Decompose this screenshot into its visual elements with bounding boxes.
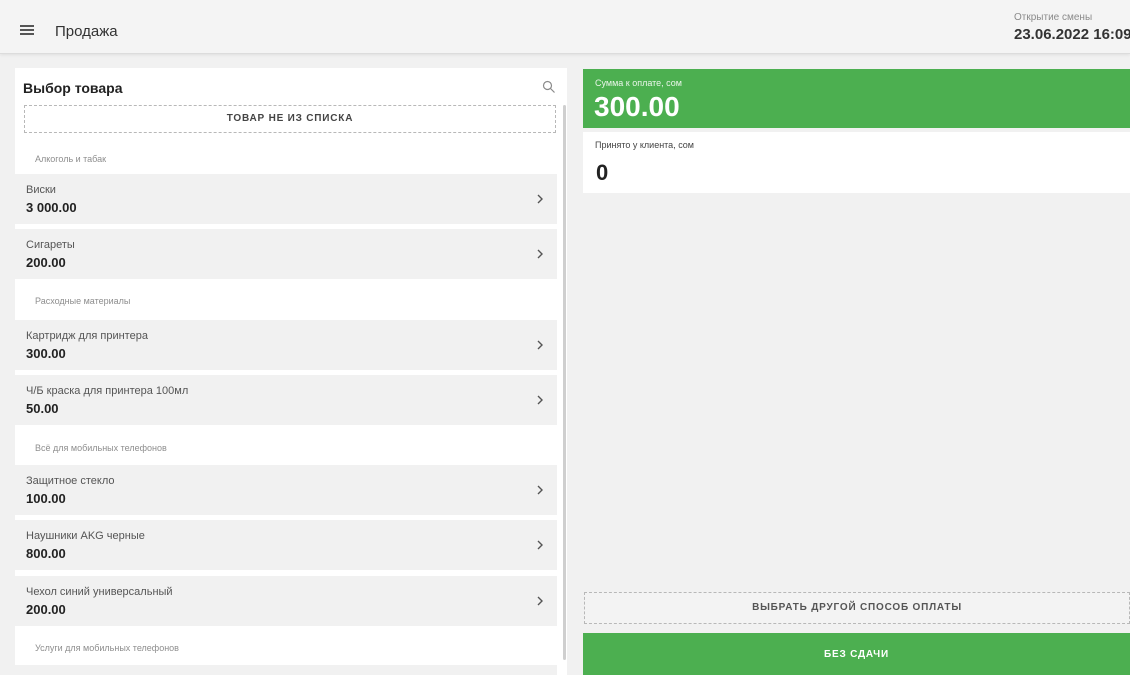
no-change-button[interactable]: БЕЗ СДАЧИ bbox=[583, 633, 1130, 675]
product-price: 300.00 bbox=[26, 346, 66, 361]
product-name: Защитное стекло bbox=[26, 475, 115, 487]
hamburger-menu-icon[interactable] bbox=[20, 25, 34, 35]
panel-title: Выбор товара bbox=[23, 80, 123, 96]
top-bar: Продажа Открытие смены 23.06.2022 16:09 bbox=[0, 0, 1130, 54]
other-payment-method-button[interactable]: ВЫБРАТЬ ДРУГОЙ СПОСОБ ОПЛАТЫ bbox=[584, 592, 1130, 624]
product-price: 200.00 bbox=[26, 602, 66, 617]
product-item[interactable]: Сигареты 200.00 bbox=[15, 229, 557, 279]
shift-open-datetime: 23.06.2022 16:09 bbox=[1014, 26, 1130, 43]
product-item[interactable]: Ч/Б краска для принтера 100мл 50.00 bbox=[15, 375, 557, 425]
product-item[interactable]: Картридж для принтера 300.00 bbox=[15, 320, 557, 370]
product-item[interactable]: Чехол синий универсальный 200.00 bbox=[15, 576, 557, 626]
scrollbar[interactable] bbox=[563, 105, 566, 660]
product-price: 200.00 bbox=[26, 255, 66, 270]
product-price: 100.00 bbox=[26, 491, 66, 506]
product-name: Наушники AKG черные bbox=[26, 530, 145, 542]
chevron-right-icon bbox=[537, 194, 543, 204]
chevron-right-icon bbox=[537, 596, 543, 606]
chevron-right-icon bbox=[537, 340, 543, 350]
page-title: Продажа bbox=[55, 23, 118, 40]
amount-due-value: 300.00 bbox=[594, 91, 680, 122]
product-item[interactable]: Наушники AKG черные 800.00 bbox=[15, 520, 557, 570]
custom-item-button[interactable]: ТОВАР НЕ ИЗ СПИСКА bbox=[24, 105, 556, 133]
product-item[interactable]: Виски 3 000.00 bbox=[15, 174, 557, 224]
amount-received-label: Принято у клиента, сом bbox=[595, 140, 694, 150]
product-item[interactable]: Защитное стекло 100.00 bbox=[15, 465, 557, 515]
amount-received-field[interactable]: Принято у клиента, сом 0 bbox=[583, 132, 1130, 193]
shift-open-label: Открытие смены bbox=[1014, 12, 1093, 23]
product-name: Виски bbox=[26, 184, 56, 196]
amount-received-value: 0 bbox=[596, 160, 609, 185]
product-name: Картридж для принтера bbox=[26, 330, 148, 342]
product-name: Сигареты bbox=[26, 239, 75, 251]
product-price: 800.00 bbox=[26, 546, 66, 561]
chevron-right-icon bbox=[537, 540, 543, 550]
chevron-right-icon bbox=[537, 485, 543, 495]
chevron-right-icon bbox=[537, 249, 543, 259]
product-selection-panel: Выбор товара ТОВАР НЕ ИЗ СПИСКА Алкоголь… bbox=[15, 68, 567, 675]
category-header: Услуги для мобильных телефонов bbox=[35, 643, 179, 653]
category-header: Алкоголь и табак bbox=[35, 154, 107, 164]
category-header: Всё для мобильных телефонов bbox=[35, 443, 167, 453]
product-price: 3 000.00 bbox=[26, 200, 77, 215]
product-name: Ч/Б краска для принтера 100мл bbox=[26, 385, 189, 397]
amount-due-label: Сумма к оплате, сом bbox=[595, 78, 682, 88]
amount-due-card: Сумма к оплате, сом 300.00 bbox=[583, 69, 1130, 128]
search-icon[interactable] bbox=[542, 80, 556, 94]
product-item-partial[interactable] bbox=[15, 665, 557, 675]
product-name: Чехол синий универсальный bbox=[26, 586, 173, 598]
product-price: 50.00 bbox=[26, 401, 59, 416]
chevron-right-icon bbox=[537, 395, 543, 405]
category-header: Расходные материалы bbox=[35, 296, 131, 306]
